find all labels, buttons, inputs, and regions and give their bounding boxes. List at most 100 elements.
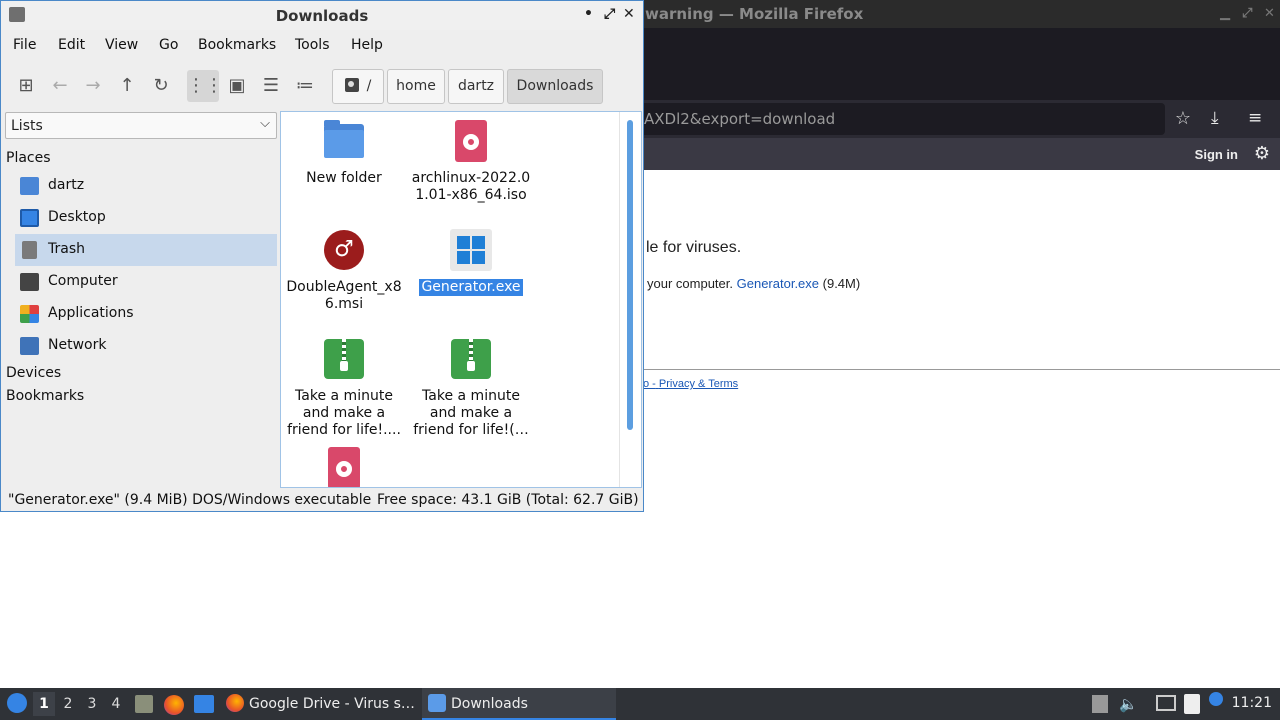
workspace-1[interactable]: 1 [33,692,55,716]
forward-arrow-icon[interactable]: → [77,70,109,102]
places-heading[interactable]: Places [6,150,51,166]
side-pane-mode-select[interactable]: Lists ⌵ [5,112,277,139]
detailed-list-view-icon[interactable]: ≔ [289,70,321,102]
workspace-3[interactable]: 3 [81,692,103,716]
breadcrumb-dartz[interactable]: dartz [448,69,504,104]
download-warning-text: your computer. [647,276,733,291]
reload-icon[interactable]: ↻ [145,70,177,102]
file-item-new-folder[interactable]: New folder [282,120,406,187]
virus-scan-message: le for viruses. [646,239,742,256]
menu-icon[interactable]: ≡ [1248,108,1262,128]
sidebar-item-computer[interactable]: Computer [15,266,277,298]
updates-icon[interactable] [1209,692,1223,706]
file-item-doubleagent-msi[interactable]: ♂ DoubleAgent_x8 6.msi [282,229,406,313]
desktop-icon [20,209,39,227]
sidebar-item-label: dartz [48,177,85,193]
clipboard-icon[interactable] [1184,694,1200,714]
file-manager-launcher-icon[interactable] [135,695,153,713]
breadcrumb-home[interactable]: home [387,69,445,104]
clock[interactable]: 11:21 [1232,695,1272,711]
sidebar-item-label: Applications [48,305,134,321]
network-icon [20,337,39,355]
menu-bar: File Edit View Go Bookmarks Tools Help [1,30,643,60]
maximize-icon[interactable]: ⤢ [604,6,615,22]
breadcrumb-root[interactable]: / [332,69,384,104]
menu-view[interactable]: View [105,37,138,53]
menu-bookmarks[interactable]: Bookmarks [198,37,276,53]
close-icon[interactable]: ✕ [1264,6,1275,21]
file-item-zip-2[interactable]: Take a minute and make a friend for life… [409,338,533,439]
file-item-disc-image[interactable] [282,447,406,487]
settings-gear-icon[interactable]: ⚙ [1254,143,1270,164]
computer-icon [20,273,39,291]
menu-tools[interactable]: Tools [295,37,330,53]
wine-icon: ♂ [324,230,364,270]
file-label: Take a minute and make a friend for life… [287,388,401,438]
download-size: (9.4M) [822,276,861,291]
sidebar-item-trash[interactable]: Trash [15,234,277,266]
sidebar-item-desktop[interactable]: Desktop [15,202,277,234]
file-view[interactable]: New folder archlinux-2022.0 1.01-x86_64.… [280,111,642,488]
firefox-window-title: warning — Mozilla Firefox [645,5,864,23]
file-item-generator-exe[interactable]: Generator.exe [409,229,533,296]
selection-info: "Generator.exe" (9.4 MiB) DOS/Windows ex… [8,492,372,508]
menu-file[interactable]: File [13,37,36,53]
maximize-icon[interactable]: ⤢ [1242,6,1252,21]
zip-archive-icon [324,339,364,379]
firefox-launcher-icon[interactable] [164,695,184,715]
task-firefox[interactable]: Google Drive - Virus s… [222,688,418,720]
menu-edit[interactable]: Edit [58,37,85,53]
minimize-icon[interactable]: • [584,6,593,22]
back-arrow-icon[interactable]: ← [44,70,76,102]
show-desktop-icon[interactable] [1092,695,1108,713]
taskbar: 1 2 3 4 Google Drive - Virus s… Download… [0,688,1280,720]
applications-icon [20,305,39,323]
scrollbar-thumb[interactable] [627,120,633,430]
network-status-icon[interactable] [1156,695,1176,711]
breadcrumb-root-label: / [366,78,372,94]
sidebar-item-dartz[interactable]: dartz [15,170,277,202]
privacy-terms-link[interactable]: Privacy & Terms [659,378,738,390]
home-folder-icon [20,177,39,195]
devices-heading[interactable]: Devices [6,365,61,381]
folder-icon [428,694,446,712]
file-item-archlinux-iso[interactable]: archlinux-2022.0 1.01-x86_64.iso [409,120,533,204]
icon-view-icon[interactable]: ⋮⋮ [187,70,223,102]
new-tab-icon[interactable]: ⊞ [10,70,42,102]
breadcrumb-downloads[interactable]: Downloads [507,69,603,104]
thumbnail-view-icon[interactable]: ▣ [221,70,253,102]
app-menu-icon[interactable] [7,693,27,713]
chevron-down-icon: ⌵ [260,116,270,131]
file-label: DoubleAgent_x8 6.msi [286,279,402,312]
sidebar-item-applications[interactable]: Applications [15,298,277,330]
sign-in-button[interactable]: Sign in [1195,147,1238,162]
workspace-4[interactable]: 4 [105,692,127,716]
file-label: Take a minute and make a friend for life… [413,388,529,438]
firefox-icon [226,694,244,712]
sidebar-item-network[interactable]: Network [15,330,277,362]
file-manager-titlebar[interactable]: Downloads • ⤢ ✕ [1,1,643,30]
bookmark-star-icon[interactable]: ☆ [1175,108,1191,129]
download-anyway-link[interactable]: Generator.exe [737,276,819,291]
bookmarks-heading[interactable]: Bookmarks [6,388,84,404]
compact-view-icon[interactable]: ☰ [255,70,287,102]
task-downloads[interactable]: Downloads [422,688,616,720]
disc-image-icon [328,447,360,487]
workspace-2[interactable]: 2 [57,692,79,716]
zip-archive-icon [451,339,491,379]
divider [640,369,1280,370]
sidebar-item-label: Computer [48,273,118,289]
menu-go[interactable]: Go [159,37,178,53]
desktop-launcher-icon[interactable] [194,695,214,713]
windows-exe-icon [450,229,492,271]
download-warning-line: your computer. Generator.exe (9.4M) [647,276,860,291]
close-icon[interactable]: ✕ [623,6,635,22]
volume-icon[interactable]: 🔈 [1119,695,1138,713]
file-item-zip-1[interactable]: Take a minute and make a friend for life… [282,338,406,439]
folder-icon [324,120,364,158]
url-bar[interactable]: AXDl2&export=download ☆ [610,103,1191,135]
parent-folder-icon[interactable]: ↑ [111,70,143,102]
minimize-icon[interactable]: ▁ [1220,6,1230,21]
menu-help[interactable]: Help [351,37,383,53]
download-icon[interactable]: ⤓ [1211,108,1219,128]
